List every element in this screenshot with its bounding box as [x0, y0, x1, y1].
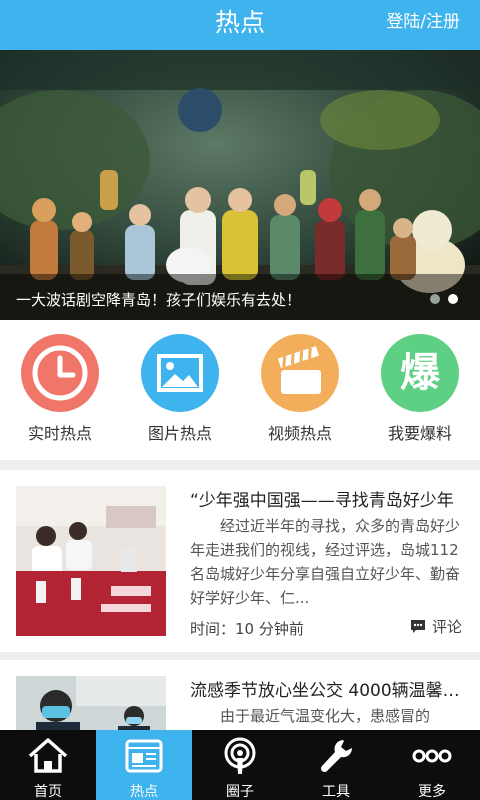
wrench-icon — [320, 740, 353, 773]
news-summary: 经过近半年的寻找，众多的青岛好少年走进我们的视线，经过评选，岛城112名岛城好少… — [190, 517, 461, 607]
carousel-dot-1[interactable] — [430, 294, 440, 304]
comment-icon — [410, 620, 425, 633]
bottom-tab-bar: 首页 热点 圈子 工具 更多 — [0, 730, 480, 800]
category-report-news[interactable]: 爆 我要爆料 — [360, 334, 480, 454]
tab-circle[interactable]: 圈子 — [192, 730, 288, 800]
picture-icon — [141, 334, 219, 412]
tab-hot[interactable]: 热点 — [96, 730, 192, 800]
news-title: “少年强中国强——寻找青岛好少年 — [190, 491, 454, 511]
carousel-dot-2[interactable] — [448, 294, 458, 304]
more-dots-icon — [412, 749, 452, 763]
category-label: 我要爆料 — [387, 424, 452, 443]
tab-tools[interactable]: 工具 — [288, 730, 384, 800]
category-picture-hot[interactable]: 图片热点 — [120, 334, 240, 454]
comment-label: 评论 — [431, 618, 462, 636]
news-title: 流感季节放心坐公交 4000辆温馨公交 — [190, 681, 465, 701]
clock-icon — [21, 334, 99, 412]
banner-carousel[interactable]: 一大波话剧空降青岛！孩子们娱乐有去处！ — [0, 50, 480, 320]
tab-label: 更多 — [418, 784, 446, 800]
login-register-link[interactable]: 登陆/注册 — [386, 0, 460, 50]
carousel-indicator — [430, 294, 458, 304]
news-item[interactable]: 流感季节放心坐公交 4000辆温馨公交 由于最近气温变化大，患感冒的 — [0, 660, 480, 746]
explode-icon: 爆 — [381, 334, 459, 412]
tab-home[interactable]: 首页 — [0, 730, 96, 800]
category-label: 实时热点 — [27, 424, 92, 443]
tab-label: 圈子 — [226, 784, 254, 800]
tab-label: 热点 — [130, 784, 158, 800]
app-header: 热点 登陆/注册 — [0, 0, 480, 50]
news-item[interactable]: “少年强中国强——寻找青岛好少年 经过近半年的寻找，众多的青岛好少年走进我们的视… — [0, 470, 480, 652]
hot-news-icon — [125, 739, 163, 773]
tab-label: 工具 — [322, 784, 350, 800]
tab-label: 首页 — [34, 784, 62, 800]
category-realtime-hot[interactable]: 实时热点 — [0, 334, 120, 454]
podcast-icon — [224, 737, 256, 774]
news-time: 时间：10 分钟前 — [190, 620, 304, 638]
comment-button[interactable]: 评论 — [410, 616, 462, 637]
news-thumbnail — [16, 486, 166, 636]
category-label: 视频热点 — [267, 424, 332, 443]
home-icon — [28, 738, 68, 773]
category-video-hot[interactable]: 视频热点 — [240, 334, 360, 454]
category-grid: 实时热点 图片热点 视频热点 爆 我要爆料 — [0, 320, 480, 460]
tab-more[interactable]: 更多 — [384, 730, 480, 800]
category-label: 图片热点 — [147, 424, 212, 443]
news-summary: 由于最近气温变化大，患感冒的 — [220, 707, 431, 725]
explode-glyph: 爆 — [400, 350, 440, 396]
clapperboard-icon — [261, 334, 339, 412]
banner-caption: 一大波话剧空降青岛！孩子们娱乐有去处！ — [16, 291, 302, 309]
